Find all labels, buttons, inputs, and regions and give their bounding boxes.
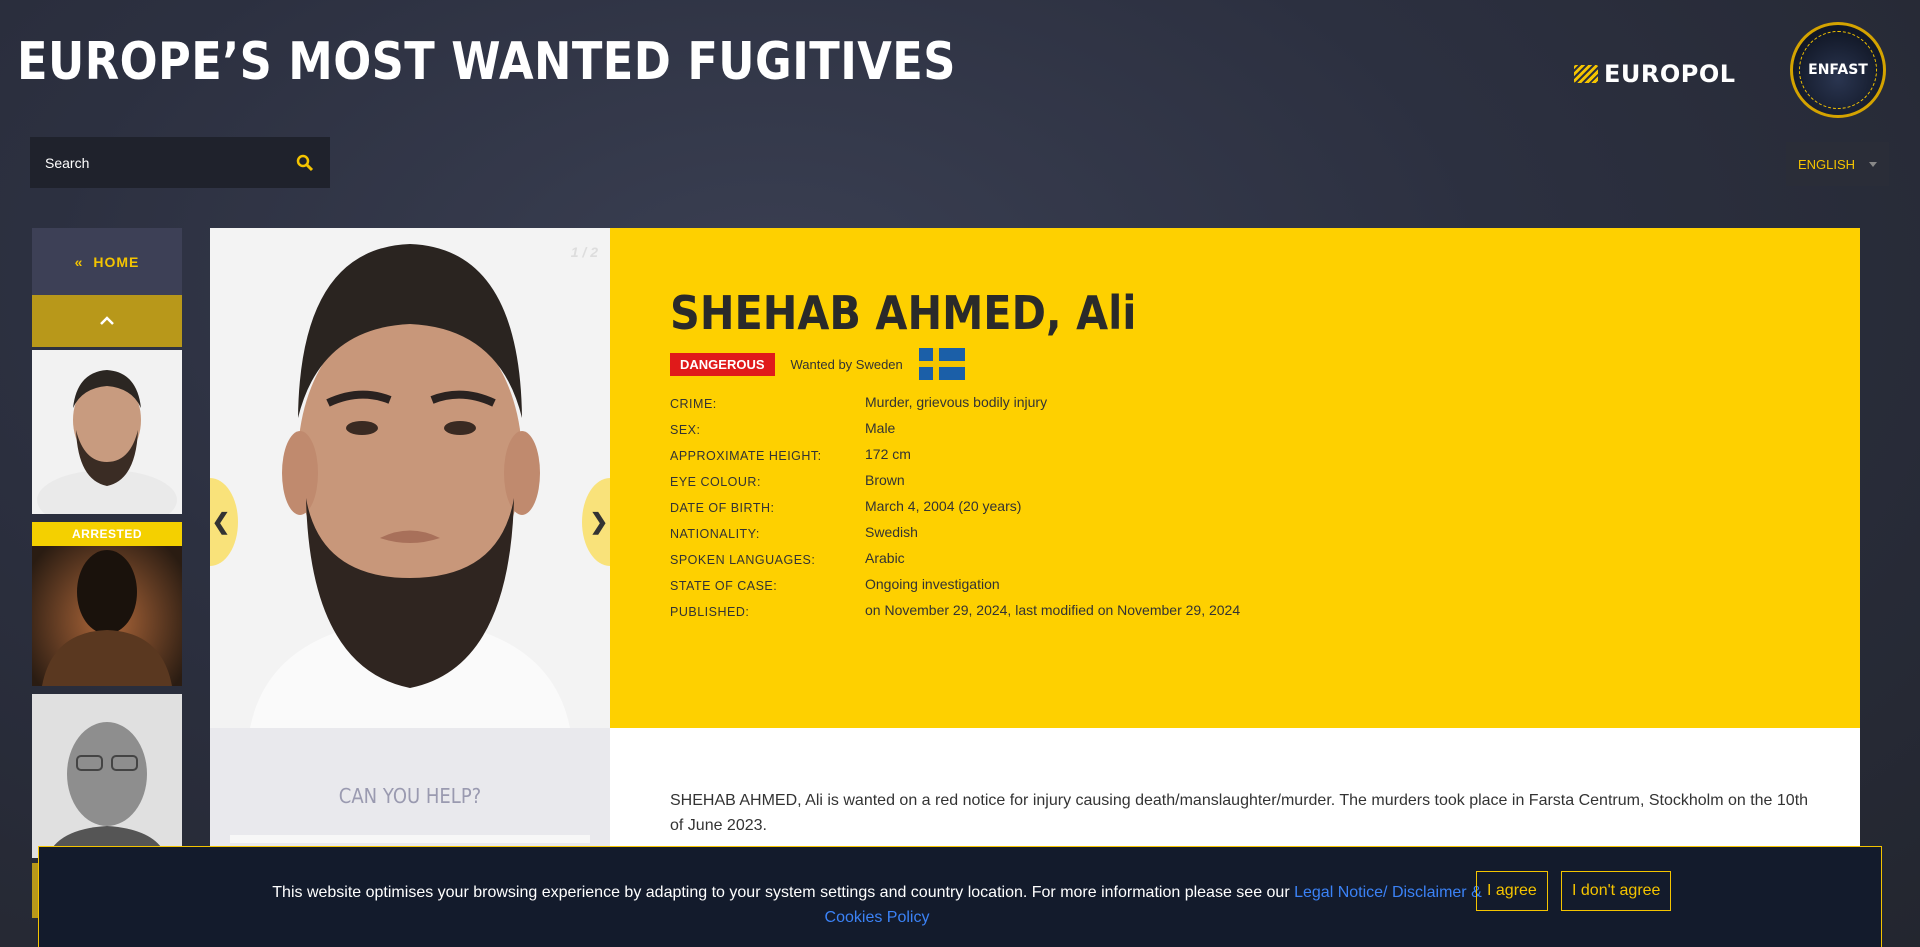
language-selected: ENGLISH <box>1798 156 1856 172</box>
cookie-banner: This website optimises your browsing exp… <box>38 846 1882 947</box>
cookie-text: This website optimises your browsing exp… <box>272 884 1290 901</box>
home-label: HOME <box>93 253 140 270</box>
europol-logo-text: EUROPOL <box>1604 60 1736 88</box>
detail-row: EYE COLOUR: Brown <box>670 472 1240 498</box>
wanted-by-label: Wanted by Sweden <box>790 356 903 372</box>
detail-value: Male <box>865 420 896 436</box>
detail-value: March 4, 2004 (20 years) <box>865 498 1022 514</box>
detail-value: 172 cm <box>865 446 911 462</box>
silhouette-icon <box>32 522 182 686</box>
detail-value: Swedish <box>865 524 918 540</box>
danger-badge: DANGEROUS <box>670 352 775 376</box>
search-icon[interactable] <box>295 153 315 173</box>
detail-value: Brown <box>865 472 905 488</box>
thumbnail-fugitive-2[interactable]: ARRESTED <box>32 522 182 686</box>
detail-row: SEX: Male <box>670 420 1240 446</box>
chevron-down-icon <box>1869 161 1877 167</box>
detail-row: DATE OF BIRTH: March 4, 2004 (20 years) <box>670 498 1240 524</box>
detail-label: SPOKEN LANGUAGES: <box>670 553 816 567</box>
search-label: Search <box>45 154 90 171</box>
fugitive-info-panel: SHEHAB AHMED, Ali DANGEROUS Wanted by Sw… <box>610 228 1860 728</box>
enfast-logo-text: ENFAST <box>1808 62 1868 78</box>
thumbnail-fugitive-3[interactable] <box>32 694 182 858</box>
fugitive-portrait-image <box>210 228 610 728</box>
thumbnail-fugitive-1[interactable] <box>32 350 182 514</box>
page-title: EUROPE’S MOST WANTED FUGITIVES <box>17 32 956 92</box>
help-title: CAN YOU HELP? <box>338 784 482 808</box>
detail-value: Ongoing investigation <box>865 576 1000 592</box>
chevron-right-icon: ❯ <box>589 509 609 534</box>
detail-row: NATIONALITY: Swedish <box>670 524 1240 550</box>
detail-label: APPROXIMATE HEIGHT: <box>670 449 822 463</box>
detail-label: CRIME: <box>670 397 717 411</box>
enfast-logo[interactable]: ENFAST <box>1790 22 1886 118</box>
search-input[interactable]: Search <box>30 137 330 188</box>
fugitive-name: SHEHAB AHMED, Ali <box>670 286 1137 340</box>
detail-value: Murder, grievous bodily injury <box>865 394 1048 410</box>
fugitive-thumbnail-image <box>32 694 182 858</box>
europol-mark-icon <box>1574 65 1598 83</box>
detail-value: Arabic <box>865 550 905 566</box>
detail-label: SEX: <box>670 423 701 437</box>
fugitive-description: SHEHAB AHMED, Ali is wanted on a red not… <box>670 792 1809 834</box>
detail-row: SPOKEN LANGUAGES: Arabic <box>670 550 1240 576</box>
agree-button[interactable]: I agree <box>1476 871 1548 911</box>
fugitive-thumbnail-image <box>32 350 182 514</box>
detail-row: APPROXIMATE HEIGHT: 172 cm <box>670 446 1240 472</box>
language-select[interactable]: ENGLISH <box>1786 142 1889 186</box>
scroll-up-button[interactable] <box>32 295 182 347</box>
detail-value: on November 29, 2024, last modified on N… <box>865 602 1241 618</box>
disagree-button[interactable]: I don't agree <box>1561 871 1672 911</box>
detail-label: EYE COLOUR: <box>670 475 761 489</box>
fugitive-details: CRIME: Murder, grievous bodily injury SEX… <box>670 394 1240 628</box>
fugitive-sidebar: « HOME ARRESTED <box>32 228 182 928</box>
help-form-field[interactable] <box>230 835 590 843</box>
badge-row: DANGEROUS Wanted by Sweden <box>670 348 965 380</box>
double-chevron-left-icon: « <box>74 253 84 270</box>
home-button[interactable]: « HOME <box>32 228 182 295</box>
sweden-flag-icon <box>918 348 965 380</box>
detail-label: STATE OF CASE: <box>670 579 778 593</box>
detail-row: PUBLISHED: on November 29, 2024, last mod… <box>670 602 1240 628</box>
detail-label: DATE OF BIRTH: <box>670 501 775 515</box>
detail-label: NATIONALITY: <box>670 527 760 541</box>
detail-row: CRIME: Murder, grievous bodily injury <box>670 394 1240 420</box>
detail-row: STATE OF CASE: Ongoing investigation <box>670 576 1240 602</box>
photo-counter: 1 / 2 <box>570 244 598 260</box>
fugitive-photo-panel: 1 / 2 ❮ ❯ <box>210 228 610 728</box>
arrested-badge: ARRESTED <box>32 522 182 546</box>
cookie-message: This website optimises your browsing exp… <box>257 880 1497 930</box>
chevron-left-icon: ❮ <box>211 509 231 534</box>
europol-logo[interactable]: EUROPOL <box>1574 60 1736 88</box>
chevron-up-icon <box>100 316 114 325</box>
detail-label: PUBLISHED: <box>670 605 750 619</box>
